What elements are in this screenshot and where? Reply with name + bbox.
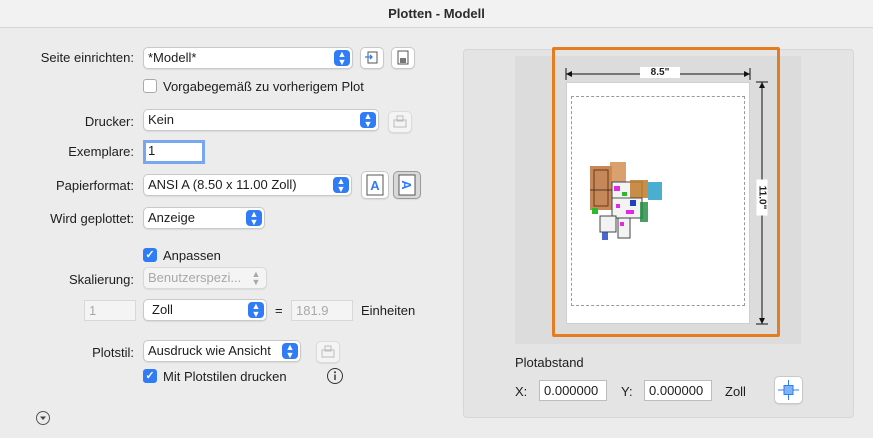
chevron-updown-icon: ▲ ▼ <box>360 112 376 129</box>
offset-y-label: Y: <box>621 384 633 399</box>
use-previous-checkbox[interactable] <box>143 79 157 93</box>
chevron-updown-icon: ▲ ▼ <box>248 302 264 319</box>
landscape-button[interactable]: A <box>393 171 421 199</box>
chevron-updown-icon: ▲ ▼ <box>334 50 350 67</box>
scale-unit-value: Zoll <box>152 302 173 317</box>
fit-checkbox[interactable]: ✓ <box>143 248 157 262</box>
paper-format-label: Papierformat: <box>55 178 134 193</box>
paper-format-value: ANSI A (8.50 x 11.00 Zoll) <box>148 177 297 192</box>
plot-style-value: Ausdruck wie Ansicht <box>148 343 271 358</box>
window-title: Plotten - Modell <box>0 0 873 28</box>
printer-properties-button[interactable] <box>388 111 412 133</box>
center-plot-icon <box>778 380 799 400</box>
copies-field[interactable]: 1 <box>143 140 205 164</box>
plot-with-styles-label: Mit Plotstilen drucken <box>163 369 287 384</box>
plot-style-label: Plotstil: <box>92 345 134 360</box>
chevron-updown-icon: ▲ ▼ <box>282 343 298 360</box>
disclosure-chevron-icon[interactable] <box>35 410 51 426</box>
copies-label: Exemplare: <box>68 144 134 159</box>
printer-select[interactable]: Kein ▲ ▼ <box>143 109 379 131</box>
center-plot-button[interactable] <box>774 376 803 404</box>
plot-area-value: Anzeige <box>148 210 195 225</box>
plot-area-select[interactable]: Anzeige ▲ ▼ <box>143 207 265 229</box>
use-previous-label: Vorgabegemäß zu vorherigem Plot <box>163 79 364 94</box>
plot-offset-title: Plotabstand <box>515 355 584 370</box>
scaling-select[interactable]: Benutzerspezi... ▲ ▼ <box>143 267 267 289</box>
units-label: Einheiten <box>361 303 416 318</box>
plot-style-edit-icon <box>321 345 335 358</box>
printer-label: Drucker: <box>84 114 134 129</box>
page-setup-label: Seite einrichten: <box>40 50 134 65</box>
import-icon <box>365 51 378 64</box>
chevron-updown-icon: ▲ ▼ <box>251 269 261 287</box>
portrait-button[interactable]: A <box>361 171 389 199</box>
info-icon[interactable] <box>326 367 344 385</box>
paper-format-select[interactable]: ANSI A (8.50 x 11.00 Zoll) ▲ ▼ <box>143 174 352 196</box>
scaling-label: Skalierung: <box>68 272 134 287</box>
page-save-icon <box>397 50 409 65</box>
landscape-orientation-icon: A <box>398 174 416 196</box>
portrait-orientation-icon: A <box>366 174 384 196</box>
scaling-value: Benutzerspezi... <box>148 270 242 285</box>
page-setup-value: *Modell* <box>148 50 197 65</box>
plot-style-select[interactable]: Ausdruck wie Ansicht ▲ ▼ <box>143 340 301 362</box>
preview-highlight-frame <box>552 47 780 337</box>
plot-area-label: Wird geplottet: <box>50 211 134 226</box>
scale-left-field[interactable]: 1 <box>84 300 136 321</box>
offset-unit-label: Zoll <box>725 384 746 399</box>
chevron-updown-icon: ▲ ▼ <box>333 177 349 194</box>
equals-sign: = <box>275 303 283 318</box>
edit-plot-style-button[interactable] <box>316 341 340 363</box>
offset-x-label: X: <box>515 384 528 399</box>
scale-right-field[interactable]: 181.9 <box>291 300 353 321</box>
save-page-setup-button[interactable] <box>391 47 415 69</box>
printer-properties-icon <box>393 115 407 128</box>
page-setup-select[interactable]: *Modell* ▲ ▼ <box>143 47 353 69</box>
svg-text:A: A <box>399 180 414 190</box>
offset-y-field[interactable]: 0.000000 <box>644 380 712 401</box>
offset-x-field[interactable]: 0.000000 <box>539 380 607 401</box>
import-page-setup-button[interactable] <box>360 47 384 69</box>
svg-text:A: A <box>370 178 380 193</box>
fit-label: Anpassen <box>163 248 221 263</box>
scale-unit-select[interactable]: Zoll ▲ ▼ <box>143 299 267 321</box>
chevron-updown-icon: ▲ ▼ <box>246 210 262 227</box>
plot-with-styles-checkbox[interactable]: ✓ <box>143 369 157 383</box>
printer-value: Kein <box>148 112 175 127</box>
